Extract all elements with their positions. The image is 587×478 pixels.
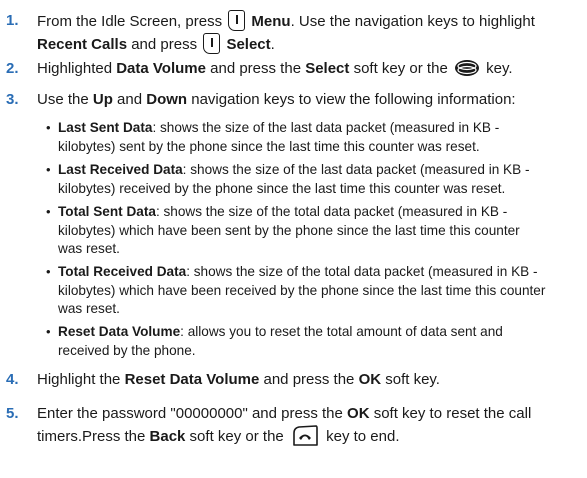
- nav-select-key-icon: [454, 60, 479, 76]
- step-number: 3.: [6, 91, 19, 108]
- step-number: 1.: [6, 12, 19, 29]
- manual-page: 1. From the Idle Screen, press Menu. Use…: [0, 0, 587, 478]
- step-number: 2.: [6, 60, 19, 77]
- step-2: 2. Highlighted Data Volume and press the…: [0, 58, 587, 80]
- step-number: 4.: [6, 371, 19, 388]
- step-4: 4. Highlight the Reset Data Volume and p…: [0, 369, 587, 391]
- bullet-icon: •: [46, 162, 51, 177]
- step-5: 5. Enter the password "00000000" and pre…: [6, 405, 532, 446]
- bullet-icon: •: [46, 204, 51, 219]
- bullet-icon: •: [46, 120, 51, 135]
- bullet-icon: •: [46, 324, 51, 339]
- left-softkey-icon: [203, 33, 221, 54]
- end-key-icon: [293, 425, 318, 446]
- bullet-icon: •: [46, 264, 51, 279]
- left-softkey-icon: [228, 10, 246, 31]
- step-number: 5.: [6, 405, 19, 422]
- step-1: 1. From the Idle Screen, press Menu. Use…: [6, 10, 535, 54]
- step-3: 3. Use the Up and Down navigation keys t…: [0, 89, 587, 111]
